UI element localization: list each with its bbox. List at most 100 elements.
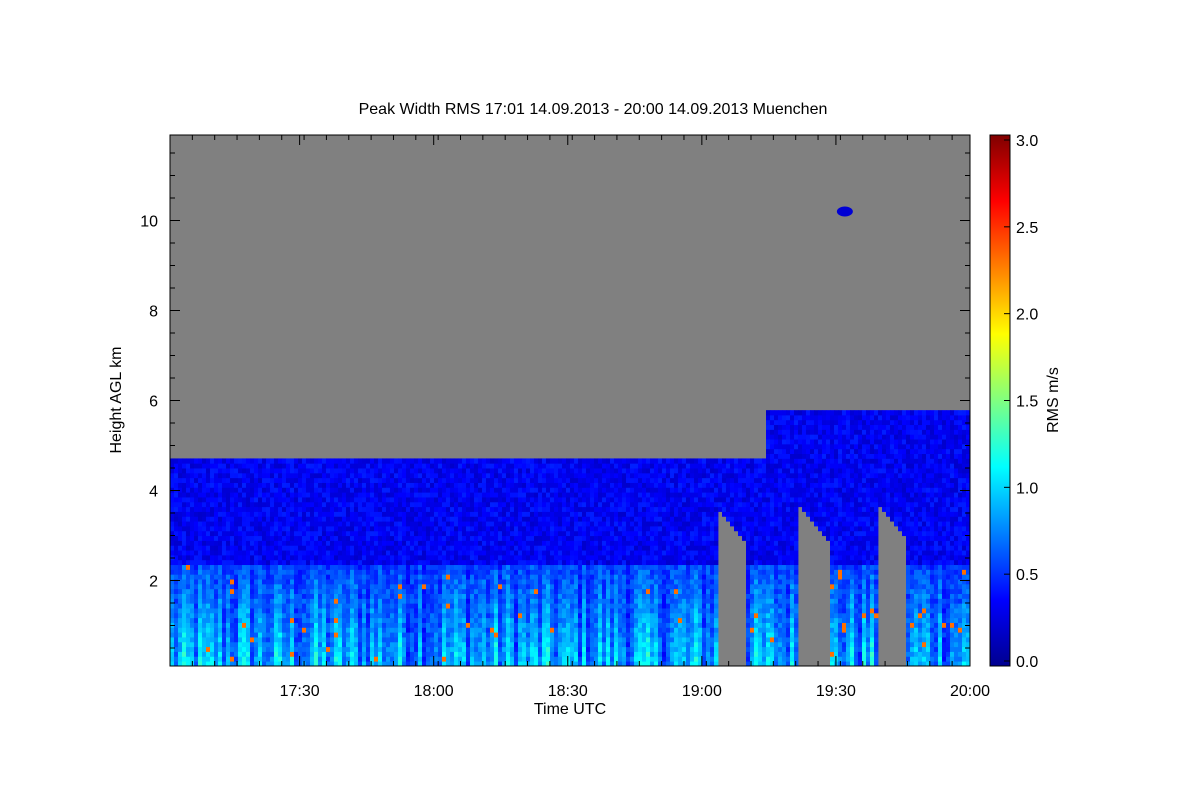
heatmap-cell <box>466 554 471 561</box>
heatmap-cell <box>622 627 627 633</box>
heatmap-cell <box>390 468 395 474</box>
heatmap-cell <box>402 579 407 585</box>
heatmap-cell <box>362 598 367 604</box>
heatmap-cell <box>230 526 235 532</box>
heatmap-cell <box>582 603 587 609</box>
heatmap-cell <box>338 579 343 585</box>
heatmap-cell <box>514 603 519 609</box>
heatmap-cell <box>174 535 179 541</box>
heatmap-cell <box>526 550 531 556</box>
heatmap-cell <box>386 588 391 594</box>
heatmap-cell <box>494 559 499 566</box>
heatmap-cell <box>478 511 483 517</box>
heatmap-cell <box>290 627 295 633</box>
heatmap-cell <box>618 492 623 498</box>
heatmap-cell <box>258 579 263 585</box>
heatmap-cell <box>382 497 387 503</box>
heatmap-cell <box>254 526 259 532</box>
heatmap-cell <box>610 637 615 643</box>
heatmap-cell <box>566 521 571 527</box>
heatmap-cell <box>582 646 587 652</box>
heatmap-cell <box>382 458 387 464</box>
heatmap-cell <box>382 603 387 609</box>
heatmap-cell <box>582 559 587 566</box>
heatmap-cell <box>450 593 455 599</box>
heatmap-cell <box>470 632 475 638</box>
heatmap-cell <box>494 516 499 522</box>
heatmap-cell <box>370 463 375 469</box>
heatmap-cell <box>378 656 383 662</box>
heatmap-cell <box>630 588 635 594</box>
heatmap-cell <box>258 627 263 633</box>
heatmap-cell <box>278 579 283 585</box>
heatmap-cell <box>402 506 407 512</box>
heatmap-cell <box>466 559 471 566</box>
heatmap-cell <box>386 497 391 503</box>
heatmap-cell <box>442 501 447 508</box>
heatmap-cell <box>382 477 387 483</box>
heatmap-cell <box>618 521 623 527</box>
heatmap-cell <box>570 588 575 594</box>
heatmap-cell <box>470 535 475 541</box>
heatmap-cell <box>394 637 399 643</box>
heatmap-cell <box>178 468 183 474</box>
heatmap-cell <box>178 516 183 522</box>
heatmap-cell <box>394 646 399 652</box>
heatmap-cell <box>534 540 539 546</box>
heatmap-cell <box>626 550 631 556</box>
heatmap-cell <box>282 492 287 498</box>
heatmap-cell <box>190 550 195 556</box>
heatmap-cell <box>386 583 391 590</box>
heatmap-cell <box>274 458 279 464</box>
heatmap-cell <box>530 540 535 546</box>
heatmap-cell <box>506 530 511 537</box>
heatmap-cell <box>514 535 519 541</box>
heatmap-cell <box>478 535 483 541</box>
heatmap-cell <box>198 632 203 638</box>
heatmap-cell <box>630 458 635 464</box>
heatmap-cell <box>218 472 223 479</box>
heatmap-cell <box>618 651 623 657</box>
heatmap-cell <box>358 588 363 594</box>
heatmap-cell <box>314 588 319 594</box>
heatmap-cell <box>378 612 383 619</box>
heatmap-cell <box>422 617 427 623</box>
heatmap-cell <box>482 482 487 488</box>
heatmap-cell <box>462 530 467 537</box>
heatmap-cell <box>462 487 467 493</box>
heatmap-cell <box>426 603 431 609</box>
heatmap-cell <box>446 588 451 594</box>
heatmap-cell <box>578 641 583 648</box>
heatmap-cell <box>406 458 411 464</box>
heatmap-cell <box>310 564 315 570</box>
heatmap-cell <box>522 492 527 498</box>
heatmap-cell <box>422 468 427 474</box>
heatmap-cell <box>426 521 431 527</box>
heatmap-cell <box>330 497 335 503</box>
heatmap-cell <box>346 656 351 662</box>
heatmap-cell <box>182 651 187 657</box>
heatmap-cell <box>462 559 467 566</box>
heatmap-cell <box>562 501 567 508</box>
heatmap-cell <box>282 511 287 517</box>
heatmap-cell <box>426 468 431 474</box>
heatmap-cell <box>602 477 607 483</box>
heatmap-cell <box>582 564 587 570</box>
heatmap-cell <box>474 603 479 609</box>
heatmap-cell <box>390 646 395 652</box>
heatmap-cell <box>270 516 275 522</box>
heatmap-cell <box>490 506 495 512</box>
heatmap-cell <box>218 646 223 652</box>
heatmap-cell <box>194 598 199 604</box>
heatmap-cell <box>606 521 611 527</box>
heatmap-cell <box>250 482 255 488</box>
heatmap-cell <box>526 559 531 566</box>
heatmap-cell <box>342 603 347 609</box>
heatmap-cell <box>250 579 255 585</box>
heatmap-cell <box>346 569 351 575</box>
heatmap-cell <box>454 622 459 628</box>
heatmap-cell <box>614 646 619 652</box>
heatmap-cell <box>262 559 267 566</box>
heatmap-cell <box>374 554 379 561</box>
heatmap-cell <box>294 559 299 566</box>
